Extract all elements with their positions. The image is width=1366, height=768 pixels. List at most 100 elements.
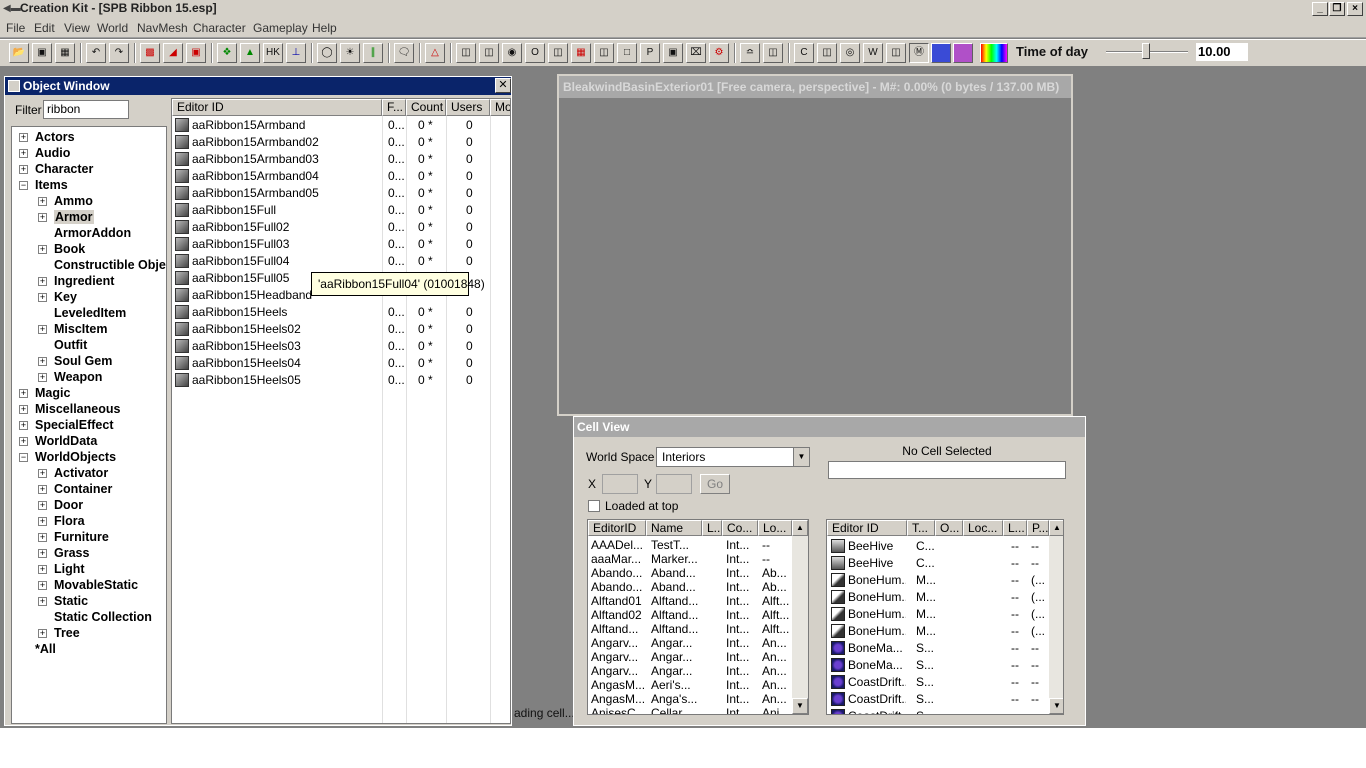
expand-icon[interactable]: + [38,373,47,382]
tree-item-activator[interactable]: Activator [54,465,108,481]
time-of-day-slider-thumb[interactable] [1142,43,1150,59]
menu-navmesh[interactable]: NavMesh [137,21,188,35]
expand-icon[interactable]: + [38,533,47,542]
column-header-mo[interactable]: Mo [490,99,510,116]
expand-icon[interactable]: + [38,597,47,606]
expand-icon[interactable]: + [38,197,47,206]
tree-item-movablestatic[interactable]: MovableStatic [54,577,138,593]
tree-item-static[interactable]: Static [54,593,88,609]
undo-icon[interactable]: ↶ [86,43,106,63]
blue-swatch-icon[interactable] [931,43,951,63]
expand-icon[interactable]: + [38,293,47,302]
expand-icon[interactable]: + [19,389,28,398]
expand-icon[interactable]: + [38,629,47,638]
w-icon[interactable]: W [863,43,883,63]
menu-character[interactable]: Character [193,21,246,35]
expand-icon[interactable]: + [38,485,47,494]
column-header-count[interactable]: Count [406,99,446,116]
w-circle-icon[interactable]: Ⓜ [909,43,929,63]
dialogue-icon[interactable]: 🗨 [394,43,414,63]
tree-item-key[interactable]: Key [54,289,77,305]
list-item[interactable]: AngasM... Aeri's... Int... An... [588,678,792,692]
tree-item-leveleditem[interactable]: LeveledItem [54,305,126,321]
cube-6-icon[interactable]: ▦ [571,43,591,63]
list-item[interactable]: Alftand01 Alftand... Int... Alft... [588,594,792,608]
tree-item-character[interactable]: Character [35,161,93,177]
collapse-icon[interactable]: − [19,181,28,190]
expand-icon[interactable]: + [38,213,47,222]
tree-item-grass[interactable]: Grass [54,545,89,561]
menu-gameplay[interactable]: Gameplay [253,21,308,35]
go-button[interactable]: Go [700,474,730,494]
column-header-f[interactable]: F... [382,99,406,116]
column-header-t[interactable]: T... [907,520,935,536]
expand-icon[interactable]: + [38,581,47,590]
world-space-select[interactable]: Interiors ▼ [656,447,810,467]
column-header-name[interactable]: Name [646,520,702,536]
column-header-o[interactable]: O... [935,520,963,536]
close-icon[interactable]: ✕ [495,78,511,93]
list-item[interactable]: Abando... Aband... Int... Ab... [588,566,792,580]
tree-item-all[interactable]: *All [35,641,56,657]
list-item[interactable]: Alftand02 Alftand... Int... Alft... [588,608,792,622]
cube-3-icon[interactable]: ◉ [502,43,522,63]
landscape-icon[interactable]: ▲ [240,43,260,63]
tree-item-armor[interactable]: Armor [54,209,94,225]
havok-icon[interactable]: HK [263,43,283,63]
expand-icon[interactable]: + [38,501,47,510]
list-item[interactable]: aaaMar... Marker... Int... -- [588,552,792,566]
column-header-l[interactable]: L... [702,520,722,536]
cube-2-icon[interactable]: ◫ [479,43,499,63]
table-row[interactable]: aaRibbon15Armband04 0... 0 * 0 [172,168,510,185]
tree-item-door[interactable]: Door [54,497,83,513]
tree-item-tree[interactable]: Tree [54,625,80,641]
grass-icon[interactable]: ∥ [363,43,383,63]
table-row[interactable]: aaRibbon15Heels03 0... 0 * 0 [172,338,510,355]
loaded-at-top-checkbox[interactable] [588,500,600,512]
chevron-down-icon[interactable]: ▼ [793,448,809,466]
scroll-up-icon[interactable]: ▲ [792,520,808,536]
light-icon[interactable]: ◯ [317,43,337,63]
fx-2-icon[interactable]: ◫ [763,43,783,63]
list-item[interactable]: BoneMa... S... -- -- [827,640,1049,657]
table-row[interactable]: aaRibbon15Heels 0... 0 * 0 [172,304,510,321]
time-of-day-input[interactable]: 10.00 [1196,43,1248,61]
tree-item-weapon[interactable]: Weapon [54,369,102,385]
table-row[interactable]: aaRibbon15Full04 0... 0 * 0 [172,253,510,270]
expand-icon[interactable]: + [38,357,47,366]
expand-icon[interactable]: + [38,277,47,286]
cube-1-icon[interactable]: ◫ [456,43,476,63]
list-item[interactable]: BoneHum... M... -- (... [827,572,1049,589]
tree-item-items[interactable]: Items [35,177,68,193]
table-row[interactable]: aaRibbon15Armband02 0... 0 * 0 [172,134,510,151]
tree-item-soul-gem[interactable]: Soul Gem [54,353,112,369]
cube-8-icon[interactable]: □ [617,43,637,63]
tree-item-worldobjects[interactable]: WorldObjects [35,449,116,465]
column-header-editorid[interactable]: EditorID [588,520,646,536]
list-item[interactable]: CoastDrift... S... -- -- [827,674,1049,691]
tree-item-static-collection[interactable]: Static Collection [54,609,152,625]
tree-item-container[interactable]: Container [54,481,112,497]
tree-item-armoraddon[interactable]: ArmorAddon [54,225,131,241]
render-window[interactable]: BleakwindBasinExterior01 [Free camera, p… [557,74,1073,416]
expand-icon[interactable]: + [38,325,47,334]
list-item[interactable]: Angarv... Angar... Int... An... [588,664,792,678]
list-item[interactable]: Alftand... Alftand... Int... Alft... [588,622,792,636]
list-item[interactable]: BoneHum... M... -- (... [827,623,1049,640]
column-header-p[interactable]: P... [1027,520,1049,536]
menu-view[interactable]: View [64,21,90,35]
table-row[interactable]: aaRibbon15Full 0... 0 * 0 [172,202,510,219]
table-row[interactable]: aaRibbon15Full02 0... 0 * 0 [172,219,510,236]
tree-item-furniture[interactable]: Furniture [54,529,109,545]
column-header-l[interactable]: L... [1003,520,1027,536]
expand-icon[interactable]: + [38,245,47,254]
scroll-down-icon[interactable]: ▼ [1049,698,1063,714]
menu-help[interactable]: Help [312,21,337,35]
list-item[interactable]: Abando... Aband... Int... Ab... [588,580,792,594]
table-row[interactable]: aaRibbon15Armband03 0... 0 * 0 [172,151,510,168]
log-pane[interactable] [0,726,1366,768]
menu-edit[interactable]: Edit [34,21,55,35]
tree-item-magic[interactable]: Magic [35,385,70,401]
tree-item-ingredient[interactable]: Ingredient [54,273,114,289]
slope-icon[interactable]: ◢ [163,43,183,63]
